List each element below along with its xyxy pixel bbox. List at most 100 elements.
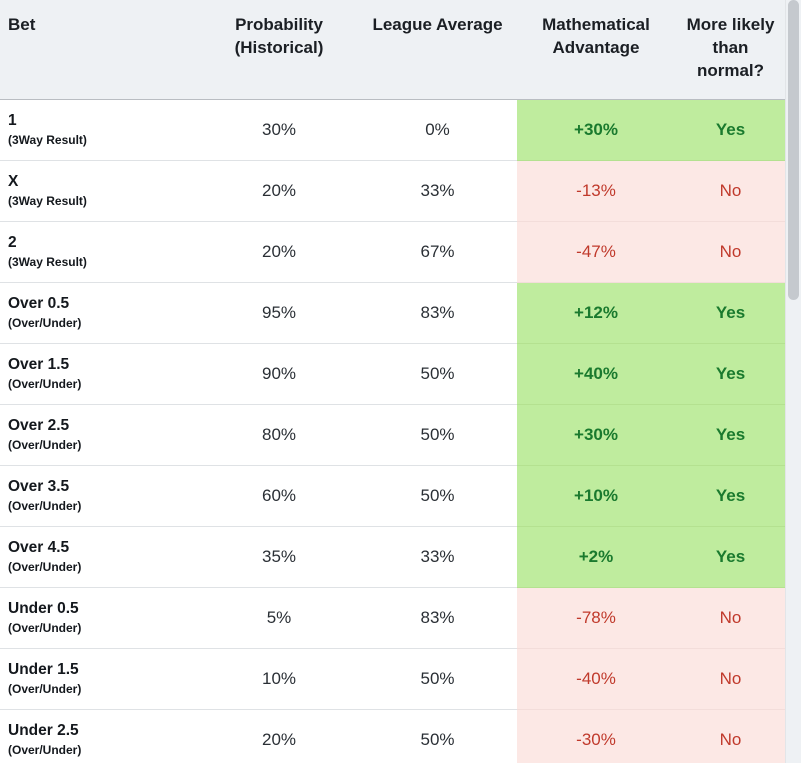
cell-league-average: 50% xyxy=(358,404,517,465)
cell-more-likely: Yes xyxy=(675,465,786,526)
column-header-league-average-line1: League Average xyxy=(372,15,502,34)
cell-mathematical-advantage: +30% xyxy=(517,404,675,465)
bet-name: 1 xyxy=(8,112,194,131)
table-header-row: Bet Probability (Historical) League Aver… xyxy=(0,0,786,99)
bet-market: (3Way Result) xyxy=(8,255,194,269)
column-header-mathematical-advantage[interactable]: Mathematical Advantage xyxy=(517,0,675,99)
cell-mathematical-advantage: -78% xyxy=(517,587,675,648)
table-row[interactable]: Over 2.5(Over/Under)80%50%+30%Yes xyxy=(0,404,786,465)
cell-bet: Over 3.5 (Over/Under) xyxy=(0,465,200,526)
bet-name: Under 1.5 xyxy=(8,661,194,680)
cell-probability: 20% xyxy=(200,160,358,221)
cell-mathematical-advantage: +2% xyxy=(517,526,675,587)
table-row[interactable]: X(3Way Result)20%33%-13%No xyxy=(0,160,786,221)
bet-name: Over 0.5 xyxy=(8,295,194,314)
cell-more-likely: Yes xyxy=(675,404,786,465)
cell-probability: 30% xyxy=(200,99,358,160)
column-header-more-likely-line3: normal? xyxy=(697,61,764,80)
bet-market: (Over/Under) xyxy=(8,377,194,391)
cell-league-average: 33% xyxy=(358,526,517,587)
bet-name: Over 1.5 xyxy=(8,356,194,375)
cell-league-average: 50% xyxy=(358,709,517,763)
column-header-league-average[interactable]: League Average xyxy=(358,0,517,99)
column-header-more-likely-line2: than xyxy=(713,38,749,57)
cell-probability: 35% xyxy=(200,526,358,587)
cell-mathematical-advantage: -13% xyxy=(517,160,675,221)
bet-name: Under 0.5 xyxy=(8,600,194,619)
cell-probability: 90% xyxy=(200,343,358,404)
column-header-probability[interactable]: Probability (Historical) xyxy=(200,0,358,99)
table-row[interactable]: 1 (3Way Result) 30%0%+30%Yes xyxy=(0,99,786,160)
bet-market: (Over/Under) xyxy=(8,621,194,635)
table-row[interactable]: Over 3.5(Over/Under)60%50%+10%Yes xyxy=(0,465,786,526)
column-header-bet[interactable]: Bet xyxy=(0,0,200,99)
table-row[interactable]: Under 2.5(Over/Under)20%50%-30%No xyxy=(0,709,786,763)
table-row[interactable]: 2 (3Way Result) 20%67%-47%No xyxy=(0,221,786,282)
cell-more-likely: Yes xyxy=(675,99,786,160)
cell-probability: 20% xyxy=(200,221,358,282)
cell-mathematical-advantage: -40% xyxy=(517,648,675,709)
vertical-scrollbar-thumb[interactable] xyxy=(788,0,799,300)
column-header-advantage-line1: Mathematical xyxy=(542,15,650,34)
table-row[interactable]: Under 0.5 (Over/Under) 5%83%-78%No xyxy=(0,587,786,648)
bet-name: 2 xyxy=(8,234,194,253)
cell-mathematical-advantage: +10% xyxy=(517,465,675,526)
bet-market: (Over/Under) xyxy=(8,499,194,513)
cell-more-likely: Yes xyxy=(675,526,786,587)
cell-league-average: 67% xyxy=(358,221,517,282)
cell-more-likely: Yes xyxy=(675,282,786,343)
bet-name: Over 3.5 xyxy=(8,478,194,497)
cell-mathematical-advantage: +12% xyxy=(517,282,675,343)
cell-bet: Over 1.5 (Over/Under) xyxy=(0,343,200,404)
cell-bet: Over 2.5(Over/Under) xyxy=(0,404,200,465)
cell-bet: Over 0.5 (Over/Under) xyxy=(0,282,200,343)
bet-probability-table: Bet Probability (Historical) League Aver… xyxy=(0,0,786,763)
cell-more-likely: No xyxy=(675,709,786,763)
cell-bet: 1 (3Way Result) xyxy=(0,99,200,160)
table-row[interactable]: Over 1.5(Over/Under)90%50%+40%Yes xyxy=(0,343,786,404)
column-header-more-likely-line1: More likely xyxy=(687,15,775,34)
cell-league-average: 50% xyxy=(358,648,517,709)
table-row[interactable]: Under 1.5(Over/Under)10%50%-40%No xyxy=(0,648,786,709)
bet-name: Under 2.5 xyxy=(8,722,194,741)
cell-mathematical-advantage: -47% xyxy=(517,221,675,282)
bet-market: (Over/Under) xyxy=(8,316,194,330)
cell-bet: Under 1.5 (Over/Under) xyxy=(0,648,200,709)
cell-more-likely: No xyxy=(675,160,786,221)
cell-league-average: 33% xyxy=(358,160,517,221)
cell-probability: 20% xyxy=(200,709,358,763)
bet-market: (3Way Result) xyxy=(8,194,194,208)
cell-probability: 80% xyxy=(200,404,358,465)
cell-probability: 5% xyxy=(200,587,358,648)
cell-probability: 60% xyxy=(200,465,358,526)
column-header-probability-line2: (Historical) xyxy=(235,38,324,57)
table-body: 1(3Way Result)30%0%+30%YesX(3Way Result)… xyxy=(0,99,786,763)
table-row[interactable]: Over 4.5(Over/Under)35%33%+2%Yes xyxy=(0,526,786,587)
cell-more-likely: Yes xyxy=(675,343,786,404)
cell-bet: Under 0.5 (Over/Under) xyxy=(0,587,200,648)
table-row[interactable]: Over 0.5 (Over/Under) 95%83%+12%Yes xyxy=(0,282,786,343)
cell-bet: 2 (3Way Result) xyxy=(0,221,200,282)
cell-bet: Under 2.5 (Over/Under) xyxy=(0,709,200,763)
bet-table-viewport: Bet Probability (Historical) League Aver… xyxy=(0,0,801,763)
cell-more-likely: No xyxy=(675,221,786,282)
cell-mathematical-advantage: +30% xyxy=(517,99,675,160)
cell-league-average: 0% xyxy=(358,99,517,160)
cell-mathematical-advantage: +40% xyxy=(517,343,675,404)
table-header: Bet Probability (Historical) League Aver… xyxy=(0,0,786,99)
column-header-probability-line1: Probability xyxy=(235,15,323,34)
bet-market: (3Way Result) xyxy=(8,133,194,147)
column-header-more-likely[interactable]: More likely than normal? xyxy=(675,0,786,99)
vertical-scrollbar-track[interactable] xyxy=(785,0,801,763)
cell-league-average: 83% xyxy=(358,587,517,648)
column-header-advantage-line2: Advantage xyxy=(553,38,640,57)
bet-market: (Over/Under) xyxy=(8,560,194,574)
cell-more-likely: No xyxy=(675,587,786,648)
bet-name: Over 2.5 xyxy=(8,417,194,436)
cell-bet: X(3Way Result) xyxy=(0,160,200,221)
bet-market: (Over/Under) xyxy=(8,682,194,696)
cell-bet: Over 4.5(Over/Under) xyxy=(0,526,200,587)
cell-league-average: 83% xyxy=(358,282,517,343)
bet-market: (Over/Under) xyxy=(8,743,194,757)
cell-probability: 95% xyxy=(200,282,358,343)
